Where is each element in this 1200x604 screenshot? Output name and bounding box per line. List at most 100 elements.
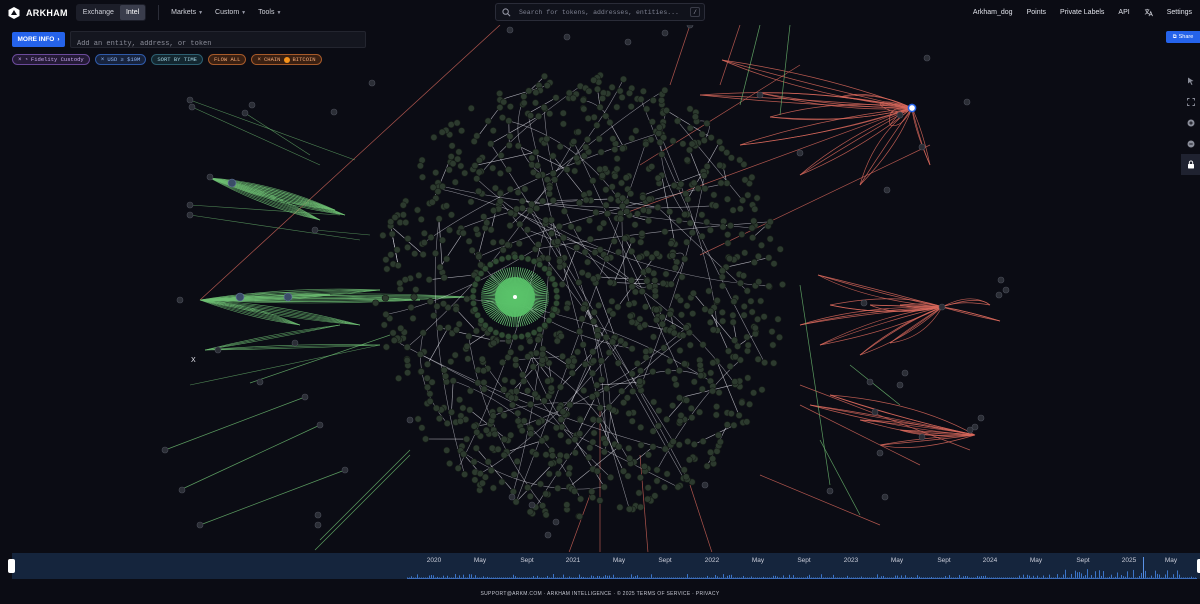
graph-node[interactable] (578, 269, 586, 277)
graph-node[interactable] (698, 385, 706, 393)
graph-node[interactable] (751, 324, 759, 332)
graph-node[interactable] (667, 280, 675, 288)
graph-node[interactable] (638, 230, 646, 238)
graph-node[interactable] (628, 345, 636, 353)
graph-node[interactable] (457, 162, 465, 170)
graph-node[interactable] (590, 308, 598, 316)
graph-node[interactable] (553, 299, 560, 307)
graph-node[interactable] (901, 369, 909, 377)
graph-node[interactable] (496, 197, 504, 205)
graph-node[interactable] (590, 317, 598, 325)
graph-node[interactable] (760, 313, 768, 321)
graph-node[interactable] (554, 484, 562, 492)
graph-node[interactable] (523, 226, 531, 234)
graph-node[interactable] (618, 93, 626, 101)
graph-node[interactable] (761, 359, 769, 367)
graph-node[interactable] (483, 219, 491, 227)
graph-node[interactable] (628, 283, 636, 291)
graph-node[interactable] (715, 389, 723, 397)
graph-node[interactable] (700, 172, 708, 180)
graph-node[interactable] (388, 230, 396, 238)
graph-node[interactable] (549, 197, 557, 205)
graph-node[interactable] (765, 282, 773, 290)
graph-node[interactable] (683, 302, 691, 310)
graph-node[interactable] (736, 156, 744, 164)
graph-node[interactable] (876, 449, 884, 457)
graph-node[interactable] (538, 356, 546, 364)
graph-node[interactable] (524, 387, 532, 395)
graph-node[interactable] (443, 255, 451, 263)
graph-node[interactable] (690, 179, 698, 187)
graph-node[interactable] (442, 202, 450, 210)
graph-node[interactable] (499, 246, 507, 254)
graph-node[interactable] (671, 264, 679, 272)
graph-node[interactable] (714, 431, 722, 439)
graph-node[interactable] (645, 217, 653, 225)
graph-node[interactable] (507, 431, 515, 439)
graph-node[interactable] (1002, 286, 1010, 294)
graph-node[interactable] (516, 220, 524, 228)
graph-node[interactable] (576, 430, 584, 438)
graph-node[interactable] (551, 281, 559, 288)
graph-node[interactable] (689, 289, 697, 297)
graph-node[interactable] (372, 299, 380, 307)
graph-node[interactable] (589, 415, 597, 423)
graph-node[interactable] (496, 406, 504, 414)
graph-node[interactable] (498, 358, 506, 366)
graph-node[interactable] (963, 98, 971, 106)
graph-node[interactable] (642, 353, 650, 361)
graph-node[interactable] (638, 287, 646, 295)
graph-node[interactable] (682, 324, 690, 332)
graph-node[interactable] (543, 176, 551, 184)
graph-node[interactable] (631, 221, 639, 229)
graph-node[interactable] (395, 374, 403, 382)
graph-node[interactable] (506, 222, 514, 230)
graph-node[interactable] (447, 358, 455, 366)
graph-node[interactable] (610, 237, 618, 245)
graph-node[interactable] (449, 377, 457, 385)
graph-node[interactable] (451, 351, 459, 359)
graph-node[interactable] (443, 446, 451, 454)
graph-node[interactable] (552, 518, 560, 526)
graph-node[interactable] (724, 231, 732, 239)
graph-node[interactable] (545, 317, 553, 324)
graph-node[interactable] (256, 378, 264, 386)
graph-node[interactable] (595, 416, 603, 424)
graph-node[interactable] (473, 175, 481, 183)
graph-node[interactable] (526, 337, 534, 345)
graph-node[interactable] (553, 293, 561, 301)
graph-node[interactable] (663, 470, 671, 478)
graph-node[interactable] (751, 205, 759, 213)
graph-node[interactable] (609, 338, 617, 346)
graph-node[interactable] (672, 381, 680, 389)
graph-node[interactable] (724, 347, 732, 355)
graph-node[interactable] (675, 394, 683, 402)
graph-node[interactable] (419, 251, 427, 259)
transaction-graph[interactable]: X (0, 25, 1200, 552)
graph-node[interactable] (658, 150, 666, 158)
graph-node[interactable] (642, 140, 650, 148)
graph-node[interactable] (546, 110, 554, 118)
graph-node[interactable] (729, 311, 737, 319)
graph-node[interactable] (709, 387, 717, 395)
graph-node[interactable] (506, 26, 514, 34)
zoom-in-tool[interactable] (1181, 112, 1200, 133)
graph-node[interactable] (552, 94, 560, 102)
graph-node[interactable] (739, 196, 747, 204)
graph-node[interactable] (311, 226, 319, 234)
graph-node[interactable] (506, 103, 514, 111)
graph-node[interactable] (590, 113, 598, 121)
graph-node[interactable] (655, 124, 663, 132)
graph-node[interactable] (527, 400, 535, 408)
graph-node[interactable] (498, 478, 506, 486)
graph-node[interactable] (696, 361, 704, 369)
graph-node[interactable] (438, 128, 446, 136)
graph-node[interactable] (655, 129, 663, 137)
graph-node[interactable] (511, 333, 519, 341)
points-link[interactable]: Points (1027, 9, 1046, 16)
graph-node[interactable] (574, 348, 582, 356)
graph-node[interactable] (729, 206, 737, 214)
graph-node[interactable] (470, 299, 477, 307)
graph-node[interactable] (489, 238, 497, 246)
graph-node[interactable] (544, 377, 552, 385)
